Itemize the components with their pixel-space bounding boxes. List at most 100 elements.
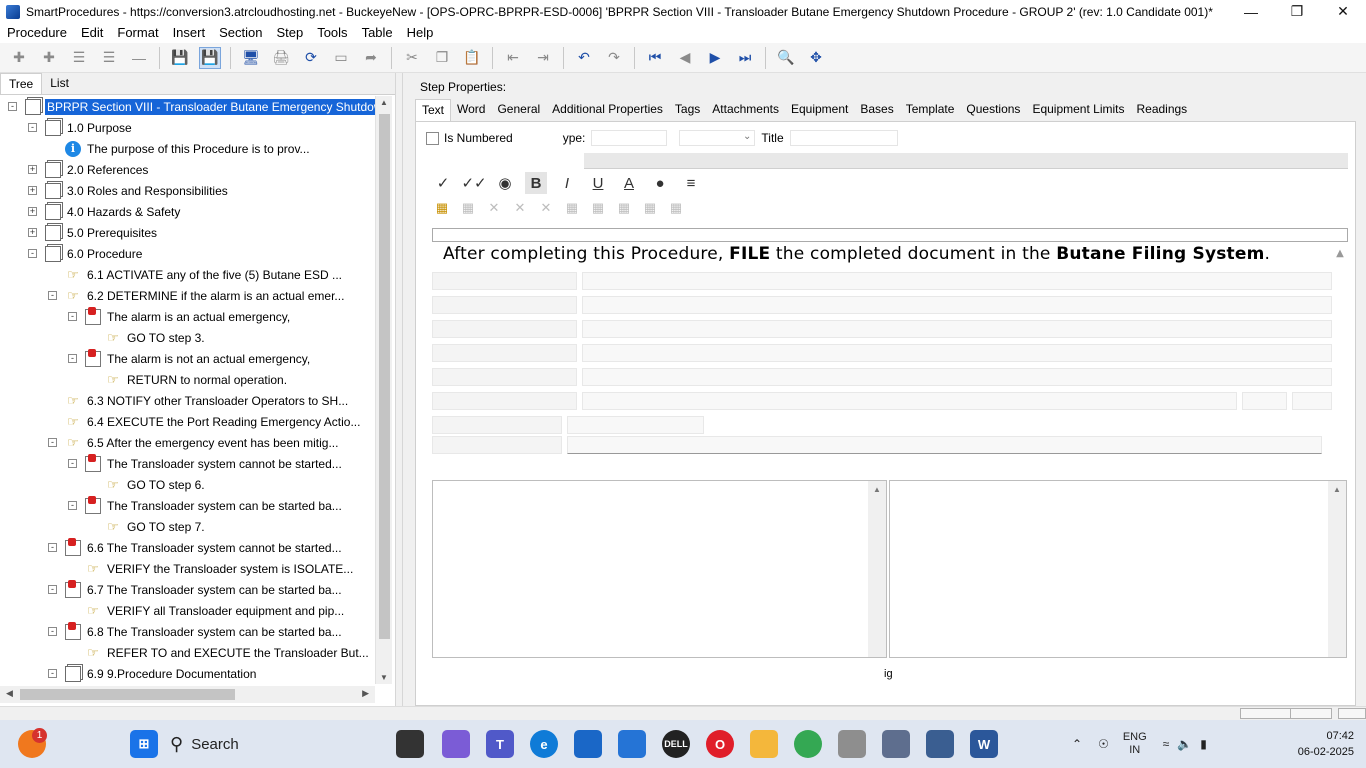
- collapse-icon[interactable]: -: [8, 102, 17, 111]
- chevron-up-icon[interactable]: ⌃: [1072, 737, 1082, 751]
- property-cell[interactable]: [582, 368, 1332, 386]
- table-props-icon[interactable]: ▦: [640, 198, 660, 218]
- collapse-icon[interactable]: -: [48, 291, 57, 300]
- expand-icon[interactable]: +: [28, 165, 37, 174]
- collapse-icon[interactable]: -: [68, 501, 77, 510]
- tab-list[interactable]: List: [42, 73, 77, 94]
- save-copy-icon[interactable]: 💾: [169, 47, 191, 69]
- tree-node[interactable]: +5.0 Prerequisites: [28, 222, 159, 243]
- scroll-up-icon[interactable]: ▲: [1333, 485, 1341, 494]
- tree-node[interactable]: +4.0 Hazards & Safety: [28, 201, 182, 222]
- remote-desktop-icon[interactable]: [926, 730, 954, 758]
- type-field[interactable]: [591, 130, 668, 146]
- edge-icon[interactable]: e: [530, 730, 558, 758]
- collapse-icon[interactable]: -: [68, 312, 77, 321]
- network-icon[interactable]: ☉: [1098, 737, 1109, 751]
- tree-node[interactable]: ☞ 6.4 EXECUTE the Port Reading Emergency …: [48, 411, 362, 432]
- collapse-icon[interactable]: -: [68, 459, 77, 468]
- tree-node[interactable]: ☞ REFER TO and EXECUTE the Transloader Bu…: [68, 642, 371, 663]
- property-cell[interactable]: [432, 296, 577, 314]
- title-field[interactable]: [789, 130, 898, 146]
- right-notes-pane[interactable]: ▲: [889, 480, 1347, 658]
- notes-scrollbar[interactable]: ▲: [1328, 481, 1346, 657]
- add-icon[interactable]: ✚: [8, 47, 30, 69]
- print-icon[interactable]: 🖨: [270, 47, 292, 69]
- panel-splitter[interactable]: [395, 73, 403, 706]
- indent-icon[interactable]: ⇥: [532, 47, 554, 69]
- remove-icon[interactable]: —: [128, 47, 150, 69]
- opera-icon[interactable]: O: [706, 730, 734, 758]
- tree-node[interactable]: ☞ RETURN to normal operation.: [88, 369, 289, 390]
- scroll-thumb[interactable]: [379, 114, 390, 639]
- property-cell[interactable]: [432, 436, 562, 454]
- refresh-icon[interactable]: ⟳: [300, 47, 322, 69]
- tree-node[interactable]: i The purpose of this Procedure is to pro…: [48, 138, 312, 159]
- property-cell[interactable]: [432, 272, 577, 290]
- font-color-icon[interactable]: A: [618, 172, 640, 194]
- double-check-icon[interactable]: ✓✓: [461, 172, 486, 194]
- tab-questions[interactable]: Questions: [960, 99, 1026, 121]
- type-dropdown[interactable]: ⌄: [679, 130, 756, 146]
- window-icon[interactable]: ▭: [330, 47, 352, 69]
- tree-node[interactable]: - The Transloader system can be started b…: [68, 495, 344, 516]
- redo-flow-icon[interactable]: ➦: [360, 47, 382, 69]
- tab-text[interactable]: Text: [415, 99, 452, 121]
- tree-vertical-scrollbar[interactable]: ▲ ▼: [375, 96, 392, 684]
- expand-icon[interactable]: +: [28, 207, 37, 216]
- outlook-icon[interactable]: [618, 730, 646, 758]
- collapse-icon[interactable]: -: [48, 669, 57, 678]
- move-icon[interactable]: ✥: [805, 47, 827, 69]
- language-indicator[interactable]: ENG IN: [1123, 731, 1147, 757]
- collapse-icon[interactable]: -: [28, 123, 37, 132]
- undo-icon[interactable]: ↶: [573, 47, 595, 69]
- menu-format[interactable]: Format: [110, 23, 165, 43]
- tree-node[interactable]: - ☞ 6.2 DETERMINE if the alarm is an actua…: [48, 285, 346, 306]
- copy-icon[interactable]: ❐: [431, 47, 453, 69]
- chrome-icon[interactable]: [794, 730, 822, 758]
- delete-row-icon[interactable]: ✕: [484, 198, 504, 218]
- property-cell[interactable]: [1292, 392, 1332, 410]
- insert-table-icon[interactable]: ▦: [432, 198, 452, 218]
- tab-template[interactable]: Template: [900, 99, 961, 121]
- scroll-up-icon[interactable]: ▲: [1336, 242, 1344, 266]
- tab-additional-properties[interactable]: Additional Properties: [546, 99, 669, 121]
- italic-icon[interactable]: I: [556, 172, 578, 194]
- scroll-thumb[interactable]: [20, 689, 235, 700]
- property-cell[interactable]: [432, 416, 562, 434]
- indent-list-icon[interactable]: ☰: [98, 47, 120, 69]
- tree-node[interactable]: ☞ 6.1 ACTIVATE any of the five (5) Butane…: [48, 264, 344, 285]
- shield-icon[interactable]: ◉: [494, 172, 516, 194]
- delete-column-icon[interactable]: ✕: [510, 198, 530, 218]
- battery-icon[interactable]: ▮: [1200, 737, 1207, 751]
- expand-icon[interactable]: +: [28, 186, 37, 195]
- delete-table-icon[interactable]: ✕: [536, 198, 556, 218]
- redo-icon[interactable]: ↷: [603, 47, 625, 69]
- next-icon[interactable]: ▶: [704, 47, 726, 69]
- tree-node[interactable]: ☞ VERIFY all Transloader equipment and pi…: [68, 600, 346, 621]
- menu-section[interactable]: Section: [212, 23, 269, 43]
- tree-node[interactable]: - 6.7 The Transloader system can be start…: [48, 579, 344, 600]
- tree-node[interactable]: - 6.9 9.Procedure Documentation: [48, 663, 258, 684]
- property-cell[interactable]: [582, 320, 1332, 338]
- close-icon[interactable]: ✕: [1320, 0, 1366, 23]
- find-icon[interactable]: 🔍: [775, 47, 797, 69]
- outdent-icon[interactable]: ⇤: [502, 47, 524, 69]
- split-cells-icon[interactable]: ▦: [588, 198, 608, 218]
- cut-icon[interactable]: ✂: [401, 47, 423, 69]
- tab-attachments[interactable]: Attachments: [706, 99, 785, 121]
- tree-node[interactable]: +2.0 References: [28, 159, 150, 180]
- collapse-icon[interactable]: -: [68, 354, 77, 363]
- list-icon[interactable]: ☰: [68, 47, 90, 69]
- property-cell[interactable]: [432, 368, 577, 386]
- highlight-icon[interactable]: ●: [649, 172, 671, 194]
- property-cell[interactable]: [582, 272, 1332, 290]
- grid-icon[interactable]: ▦: [666, 198, 686, 218]
- tree-node[interactable]: - 6.0 Procedure: [28, 243, 144, 264]
- tree-horizontal-scrollbar[interactable]: ◀ ▶: [0, 686, 375, 703]
- tree-node[interactable]: - 6.8 The Transloader system can be start…: [48, 621, 344, 642]
- tree-node[interactable]: - The alarm is an actual emergency,: [68, 306, 292, 327]
- monitor-icon[interactable]: 🖥: [240, 47, 262, 69]
- collapse-icon[interactable]: -: [48, 585, 57, 594]
- collapse-icon[interactable]: -: [48, 543, 57, 552]
- tab-word[interactable]: Word: [451, 99, 491, 121]
